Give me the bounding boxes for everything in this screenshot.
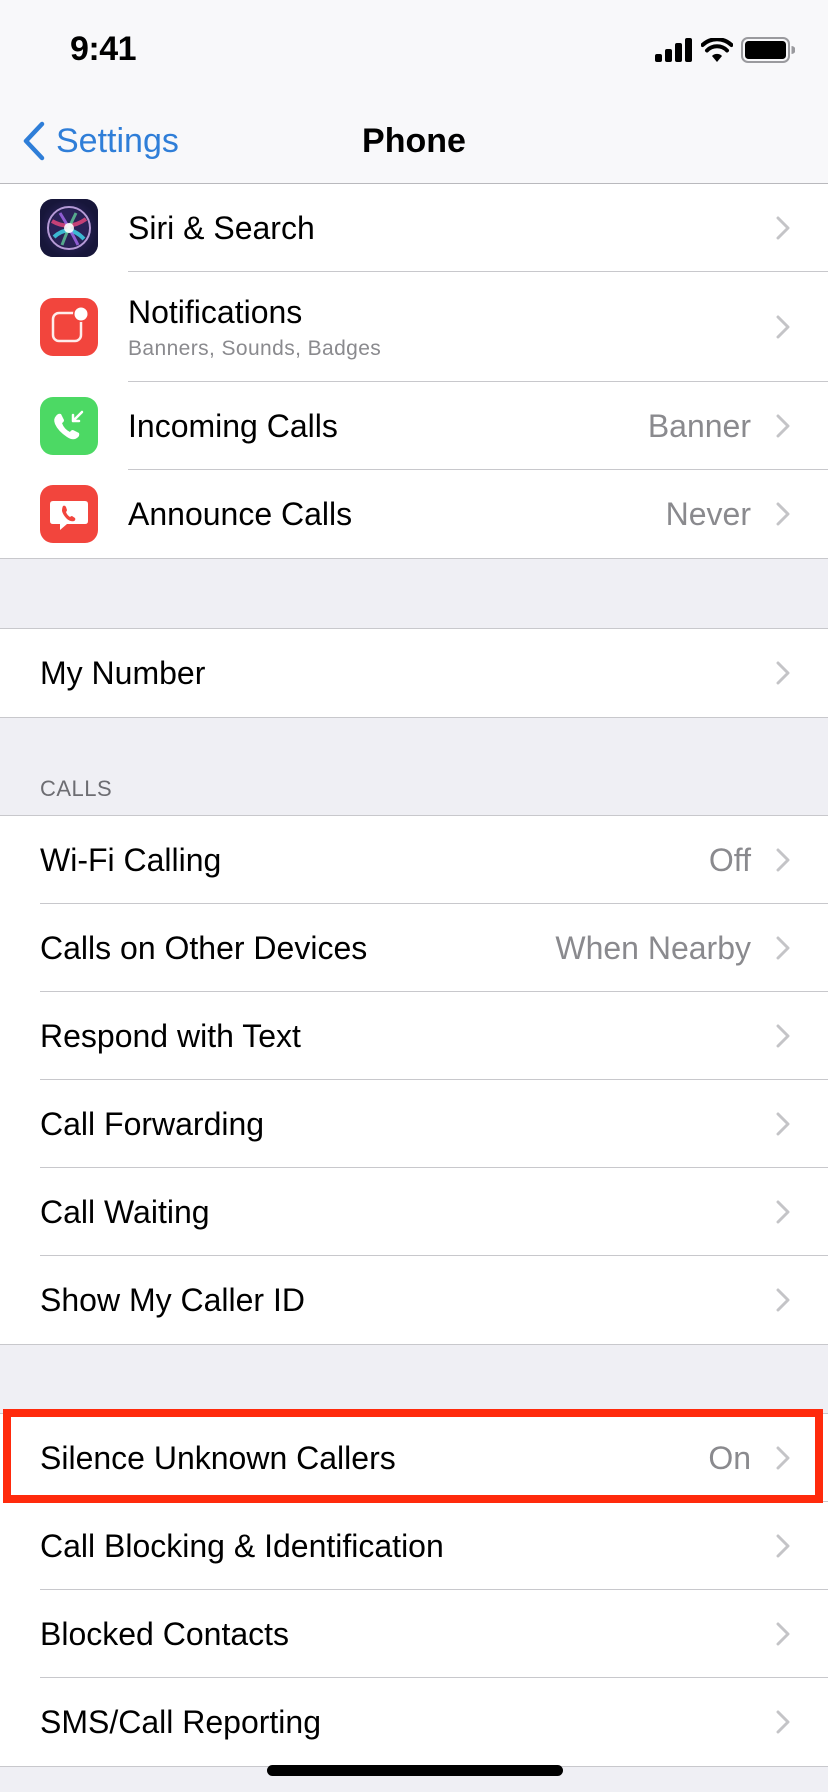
cellular-signal-icon xyxy=(655,38,692,62)
row-blocked-contacts[interactable]: Blocked Contacts xyxy=(0,1590,828,1678)
row-label: Wi-Fi Calling xyxy=(40,842,222,878)
settings-group-calls: Wi-Fi Calling Off Calls on Other Devices… xyxy=(0,815,828,1345)
row-label: Call Blocking & Identification xyxy=(40,1528,444,1564)
row-text: Incoming Calls xyxy=(128,407,338,445)
row-value: Never xyxy=(665,495,751,532)
row-label: Call Forwarding xyxy=(40,1106,265,1142)
chevron-right-icon xyxy=(776,661,790,685)
siri-icon xyxy=(40,199,98,257)
row-text: Call Forwarding xyxy=(40,1105,264,1143)
row-text: Call Blocking & Identification xyxy=(40,1527,444,1565)
row-incoming-calls[interactable]: Incoming Calls Banner xyxy=(0,382,828,470)
page-title: Phone xyxy=(0,118,828,164)
chevron-right-icon xyxy=(776,216,790,240)
row-text: Silence Unknown Callers xyxy=(40,1439,396,1477)
section-header-calls: CALLS xyxy=(40,776,113,801)
row-show-my-caller-id[interactable]: Show My Caller ID xyxy=(0,1256,828,1344)
row-label: Calls on Other Devices xyxy=(40,930,368,966)
row-respond-with-text[interactable]: Respond with Text xyxy=(0,992,828,1080)
row-label: My Number xyxy=(40,655,206,691)
row-siri-search[interactable]: Siri & Search xyxy=(0,184,828,272)
row-sms-call-reporting[interactable]: SMS/Call Reporting xyxy=(0,1678,828,1766)
battery-icon xyxy=(741,37,795,63)
settings-group-blocking: Silence Unknown Callers On Call Blocking… xyxy=(0,1413,828,1767)
chevron-right-icon xyxy=(776,1534,790,1558)
row-call-waiting[interactable]: Call Waiting xyxy=(0,1168,828,1256)
chevron-right-icon xyxy=(776,315,790,339)
row-value: On xyxy=(708,1439,751,1476)
chevron-right-icon xyxy=(776,1622,790,1646)
status-icons xyxy=(655,36,795,64)
row-call-forwarding[interactable]: Call Forwarding xyxy=(0,1080,828,1168)
row-label: Blocked Contacts xyxy=(40,1616,290,1652)
row-sublabel: Banners, Sounds, Badges xyxy=(128,337,382,360)
row-text: SMS/Call Reporting xyxy=(40,1703,321,1741)
chevron-right-icon xyxy=(776,936,790,960)
row-value: Off xyxy=(708,841,751,878)
row-text: Siri & Search xyxy=(128,209,315,247)
chevron-right-icon xyxy=(776,1288,790,1312)
row-label: Show My Caller ID xyxy=(40,1282,305,1318)
row-calls-on-other-devices[interactable]: Calls on Other Devices When Nearby xyxy=(0,904,828,992)
chevron-right-icon xyxy=(776,414,790,438)
incoming-call-icon xyxy=(40,397,98,455)
row-notifications[interactable]: Notifications Banners, Sounds, Badges xyxy=(0,272,828,382)
row-label: Silence Unknown Callers xyxy=(40,1440,396,1476)
notifications-icon xyxy=(40,298,98,356)
row-announce-calls[interactable]: Announce Calls Never xyxy=(0,470,828,558)
row-text: Call Waiting xyxy=(40,1193,210,1231)
chevron-right-icon xyxy=(776,1024,790,1048)
settings-group-number: My Number xyxy=(0,628,828,718)
row-text: Announce Calls xyxy=(128,495,352,533)
status-bar: 9:41 xyxy=(0,0,828,100)
settings-group-apps: Siri & Search Notifications Banners, Sou… xyxy=(0,184,828,559)
chevron-right-icon xyxy=(776,848,790,872)
row-text: Respond with Text xyxy=(40,1017,301,1055)
row-wifi-calling[interactable]: Wi-Fi Calling Off xyxy=(0,816,828,904)
chevron-right-icon xyxy=(776,1710,790,1734)
status-time: 9:41 xyxy=(70,30,137,68)
chevron-right-icon xyxy=(776,1200,790,1224)
row-value: When Nearby xyxy=(555,929,751,966)
page-title-text: Phone xyxy=(362,122,466,160)
navigation-bar: Settings Phone xyxy=(0,100,828,184)
row-call-blocking-identification[interactable]: Call Blocking & Identification xyxy=(0,1502,828,1590)
row-label: Announce Calls xyxy=(128,496,353,532)
row-text: My Number xyxy=(40,654,205,692)
row-label: SMS/Call Reporting xyxy=(40,1704,321,1740)
row-value: Banner xyxy=(647,407,751,444)
row-text: Blocked Contacts xyxy=(40,1615,289,1653)
row-label: Call Waiting xyxy=(40,1194,210,1230)
wifi-icon xyxy=(701,38,733,62)
announce-calls-icon xyxy=(40,485,98,543)
row-label: Respond with Text xyxy=(40,1018,301,1054)
row-text: Calls on Other Devices xyxy=(40,929,367,967)
row-silence-unknown-callers[interactable]: Silence Unknown Callers On xyxy=(0,1414,828,1502)
row-text: Wi-Fi Calling xyxy=(40,841,221,879)
row-text: Notifications Banners, Sounds, Badges xyxy=(128,293,381,361)
home-indicator[interactable] xyxy=(267,1765,563,1776)
row-my-number[interactable]: My Number xyxy=(0,629,828,717)
chevron-right-icon xyxy=(776,1112,790,1136)
row-label: Incoming Calls xyxy=(128,408,338,444)
row-label: Siri & Search xyxy=(128,210,315,246)
row-text: Show My Caller ID xyxy=(40,1281,305,1319)
chevron-right-icon xyxy=(776,502,790,526)
chevron-right-icon xyxy=(776,1446,790,1470)
row-label: Notifications xyxy=(128,294,303,330)
